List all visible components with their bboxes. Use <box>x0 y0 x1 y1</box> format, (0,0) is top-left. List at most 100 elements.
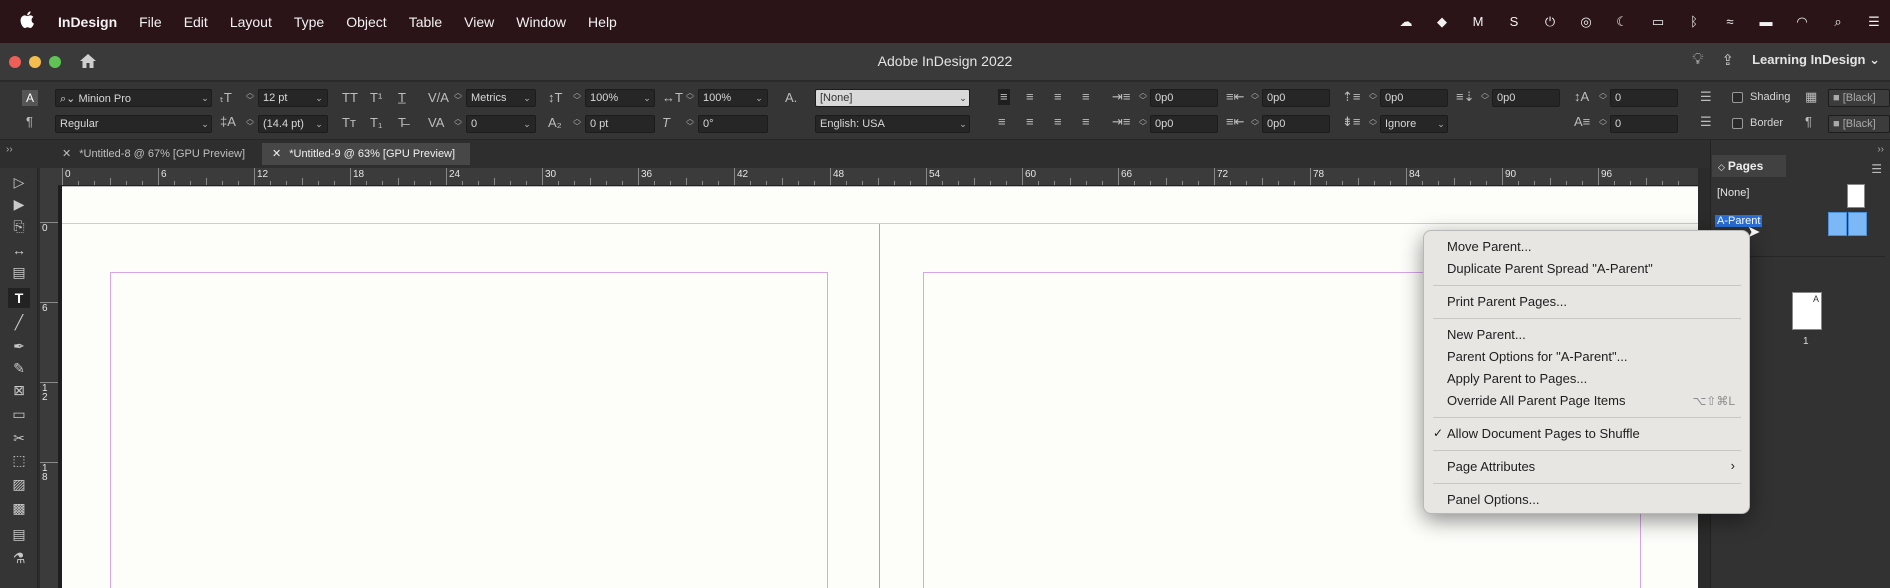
chevron-down-icon[interactable]: ⌄ <box>956 89 970 107</box>
lightbulb-icon[interactable]: 💡︎ <box>1692 51 1703 69</box>
skew-stepper[interactable]: ︿ ﹀ <box>685 115 695 133</box>
last-line-indent-stepper[interactable]: ︿ ﹀ <box>1250 115 1260 133</box>
menu-view[interactable]: View <box>464 14 494 30</box>
menu-item-apply-parent-to-pages[interactable]: Apply Parent to Pages... <box>1447 371 1587 386</box>
menu-item-move-parent[interactable]: Move Parent... <box>1447 239 1532 254</box>
menu-table[interactable]: Table <box>409 14 442 30</box>
bluetooth-icon[interactable]: ᛒ <box>1684 14 1704 30</box>
chevron-down-icon[interactable]: ⌄ <box>312 89 326 107</box>
collapse-tools-icon[interactable]: ›› <box>6 144 13 155</box>
menu-help[interactable]: Help <box>588 14 617 30</box>
space-before-field[interactable]: 0p0 <box>1380 89 1448 107</box>
panel-menu-icon[interactable]: ☰ <box>1871 162 1882 176</box>
align-spine-icon[interactable]: ≡ <box>1082 114 1090 130</box>
script-icon[interactable]: S <box>1504 14 1524 30</box>
paragraph-mode-icon[interactable]: ¶ <box>26 114 33 130</box>
chevron-down-icon[interactable]: ⌄ <box>312 115 326 133</box>
all-caps-icon[interactable]: TT <box>342 90 358 106</box>
justify-right-icon[interactable]: ≡ <box>1026 114 1034 130</box>
eyedropper-tool-icon[interactable]: ⚗ <box>8 548 30 568</box>
border-settings-icon[interactable]: ¶ <box>1805 114 1812 130</box>
space-before-stepper[interactable]: ︿ ﹀ <box>1368 89 1378 107</box>
menu-item-print-parent-pages[interactable]: Print Parent Pages... <box>1447 294 1567 309</box>
chevron-down-icon[interactable]: ⌄ <box>1434 115 1448 133</box>
pen-tool-icon[interactable]: ✒ <box>8 336 30 356</box>
align-left-icon[interactable]: ≡ <box>998 89 1010 105</box>
moon-icon[interactable]: ☾ <box>1612 14 1632 30</box>
close-tab-icon[interactable]: ✕ <box>62 148 71 160</box>
shading-checkbox[interactable] <box>1732 92 1743 103</box>
a-parent-right-thumbnail[interactable] <box>1848 212 1867 236</box>
tab-untitled-9[interactable]: ✕ *Untitled-9 @ 63% [GPU Preview] <box>262 143 470 165</box>
underline-icon[interactable]: T̲ <box>398 90 406 106</box>
malwarebytes-icon[interactable]: M <box>1468 14 1488 30</box>
kerning-stepper[interactable]: ︿ ﹀ <box>453 89 463 107</box>
drop-cap-chars-field[interactable]: 0 <box>1610 115 1678 133</box>
battery-icon[interactable]: ▬ <box>1756 14 1776 30</box>
note-tool-icon[interactable]: ▤ <box>8 524 30 544</box>
vertical-ruler[interactable]: 0 6 1 2 1 8 <box>40 186 58 588</box>
justify-all-icon[interactable]: ≡ <box>1054 114 1062 130</box>
spotlight-search-icon[interactable]: ⌕ <box>1828 14 1848 30</box>
justify-left-icon[interactable]: ≡ <box>1082 89 1090 105</box>
selection-tool-icon[interactable]: ▷ <box>8 172 30 192</box>
left-indent-stepper[interactable]: ︿ ﹀ <box>1138 89 1148 107</box>
drop-cap-lines-stepper[interactable]: ︿ ﹀ <box>1598 89 1608 107</box>
page-tool-icon[interactable]: ⎘ <box>8 216 30 236</box>
free-transform-tool-icon[interactable]: ⬚ <box>8 450 30 470</box>
menu-type[interactable]: Type <box>294 14 324 30</box>
shading-color-field[interactable]: ■ [Black] <box>1828 89 1890 107</box>
menu-item-panel-options[interactable]: Panel Options... <box>1447 492 1540 507</box>
ruler-origin[interactable] <box>40 168 58 186</box>
language-field[interactable]: English: USA <box>815 115 970 133</box>
vertical-scale-stepper[interactable]: ︿ ﹀ <box>572 89 582 107</box>
horizontal-scale-stepper[interactable]: ︿ ﹀ <box>685 89 695 107</box>
skew-field[interactable]: 0° <box>698 115 768 133</box>
space-after-stepper[interactable]: ︿ ﹀ <box>1480 89 1490 107</box>
justify-center-icon[interactable]: ≡ <box>998 114 1006 130</box>
align-to-grid-stepper[interactable]: ︿ ﹀ <box>1368 115 1378 133</box>
menu-item-parent-options[interactable]: Parent Options for "A-Parent"... <box>1447 349 1627 364</box>
menu-item-duplicate-parent-spread[interactable]: Duplicate Parent Spread "A-Parent" <box>1447 261 1653 276</box>
share-icon[interactable]: ⇪ <box>1721 51 1734 69</box>
drop-cap-lines-field[interactable]: 0 <box>1610 89 1678 107</box>
left-indent-field[interactable]: 0p0 <box>1150 89 1218 107</box>
numbered-list-icon[interactable]: ☰ <box>1700 114 1712 130</box>
pencil-tool-icon[interactable]: ✎ <box>8 358 30 378</box>
shading-settings-icon[interactable]: ▦ <box>1805 89 1817 105</box>
chevron-down-icon[interactable]: ⌄ <box>956 115 970 133</box>
last-line-indent-field[interactable]: 0p0 <box>1262 115 1330 133</box>
menu-edit[interactable]: Edit <box>184 14 208 30</box>
drop-cap-chars-stepper[interactable]: ︿ ﹀ <box>1598 115 1608 133</box>
gradient-feather-tool-icon[interactable]: ▩ <box>8 498 30 518</box>
bulleted-list-icon[interactable]: ☰ <box>1700 89 1712 105</box>
strikethrough-icon[interactable]: T̶ <box>398 115 406 131</box>
gap-tool-icon[interactable]: ↔ <box>8 240 30 260</box>
none-parent-label[interactable]: [None] <box>1717 187 1749 199</box>
align-center-icon[interactable]: ≡ <box>1026 89 1034 105</box>
type-tool-icon[interactable]: T <box>8 288 30 308</box>
line-tool-icon[interactable]: ╱ <box>8 312 30 332</box>
menu-indesign[interactable]: InDesign <box>58 14 117 30</box>
rectangle-frame-tool-icon[interactable]: ⊠ <box>8 380 30 400</box>
baseline-shift-stepper[interactable]: ︿ ﹀ <box>572 115 582 133</box>
subscript-icon[interactable]: T₁ <box>370 115 382 131</box>
tab-pages[interactable]: ◇ Pages <box>1712 155 1786 177</box>
character-style-field[interactable]: [None] <box>815 89 970 107</box>
scissors-tool-icon[interactable]: ✂ <box>8 428 30 448</box>
font-style-field[interactable]: Regular <box>55 115 212 133</box>
content-collector-icon[interactable]: ▤ <box>8 262 30 282</box>
border-color-field[interactable]: ■ [Black] <box>1828 115 1890 133</box>
tab-untitled-8[interactable]: ✕ *Untitled-8 @ 67% [GPU Preview] <box>52 143 262 165</box>
character-mode-icon[interactable]: A <box>22 90 38 106</box>
control-center-icon[interactable]: ☰ <box>1864 14 1884 30</box>
menu-layout[interactable]: Layout <box>230 14 272 30</box>
chevron-down-icon[interactable]: ⌄ <box>752 89 766 107</box>
display-icon[interactable]: ▭ <box>1648 14 1668 30</box>
gradient-swatch-tool-icon[interactable]: ▨ <box>8 474 30 494</box>
horizontal-ruler[interactable]: 0 6 12 18 24 30 36 42 48 54 60 66 72 78 84 90 96 <box>58 168 1698 186</box>
a-parent-left-thumbnail[interactable] <box>1828 212 1847 236</box>
font-family-field[interactable]: ⌕⌄ Minion Pro <box>55 89 212 107</box>
none-parent-thumbnail[interactable] <box>1847 184 1865 208</box>
chevron-down-icon[interactable]: ⌄ <box>640 89 654 107</box>
